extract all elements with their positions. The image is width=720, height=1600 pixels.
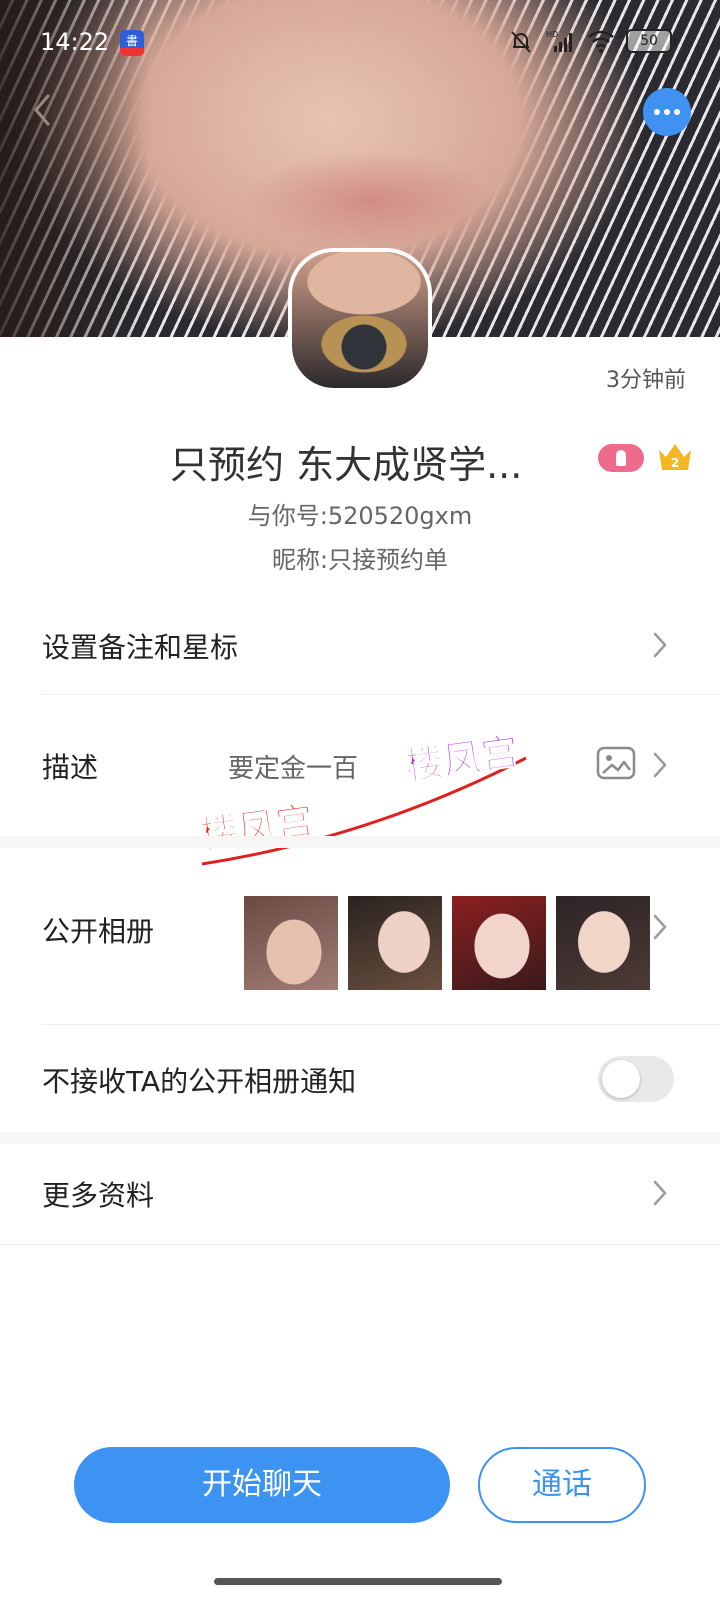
album-notify-toggle[interactable] bbox=[598, 1056, 674, 1102]
status-icons: HD 50 bbox=[506, 28, 676, 54]
chevron-right-icon bbox=[653, 1180, 667, 1206]
crown-level-icon: 2 bbox=[659, 444, 691, 470]
dot bbox=[674, 109, 680, 115]
album-notify-label: 不接收TA的公开相册通知 bbox=[42, 1065, 357, 1098]
album-photo[interactable] bbox=[556, 896, 650, 990]
call-button[interactable]: 通话 bbox=[478, 1447, 646, 1523]
notification-app-icon: 書 bbox=[120, 30, 144, 56]
user-id: 与你号:520520gxm bbox=[247, 502, 473, 530]
nickname: 昵称:只接预约单 bbox=[271, 546, 449, 574]
image-icon[interactable] bbox=[596, 746, 636, 780]
album-thumbnails bbox=[244, 896, 650, 990]
section-separator bbox=[0, 1132, 720, 1144]
home-indicator[interactable] bbox=[214, 1578, 502, 1585]
divider bbox=[42, 1024, 720, 1025]
album-photo[interactable] bbox=[244, 896, 338, 990]
more-dots-icon[interactable] bbox=[643, 88, 691, 136]
crown-level: 2 bbox=[671, 456, 679, 470]
section-separator bbox=[0, 836, 720, 848]
public-album-label: 公开相册 bbox=[42, 915, 155, 948]
name-row: 只预约 东大成贤学... 2 bbox=[0, 434, 720, 490]
last-active-time: 3分钟前 bbox=[606, 368, 686, 393]
set-remark-label: 设置备注和星标 bbox=[42, 631, 239, 664]
status-time: 14:22 bbox=[40, 28, 110, 56]
cell-signal-icon: HD bbox=[546, 30, 572, 52]
watermark-text-purple: 楼凤宫 bbox=[403, 729, 522, 788]
album-photo[interactable] bbox=[452, 896, 546, 990]
silent-bell-icon bbox=[511, 31, 531, 53]
more-info-label: 更多资料 bbox=[42, 1179, 155, 1212]
back-arrow-icon[interactable] bbox=[26, 90, 60, 130]
album-photo[interactable] bbox=[348, 896, 442, 990]
description-label: 描述 bbox=[42, 751, 99, 784]
chevron-right-icon bbox=[653, 752, 667, 778]
dot bbox=[664, 109, 670, 115]
avatar[interactable] bbox=[288, 248, 432, 392]
toggle-knob bbox=[602, 1060, 640, 1098]
svg-text:HD: HD bbox=[546, 30, 558, 39]
profile-name: 只预约 东大成贤学... bbox=[170, 443, 523, 487]
wifi-icon bbox=[588, 30, 614, 53]
chevron-right-icon bbox=[653, 632, 667, 658]
status-bar: 14:22 書 HD 50 bbox=[0, 22, 720, 62]
dot bbox=[654, 109, 660, 115]
chevron-right-icon bbox=[653, 914, 667, 940]
more-info-row[interactable]: 更多资料 bbox=[0, 1144, 720, 1244]
set-remark-row[interactable]: 设置备注和星标 bbox=[0, 600, 720, 694]
battery-icon: 50 bbox=[626, 29, 676, 53]
divider bbox=[42, 694, 720, 695]
start-chat-button[interactable]: 开始聊天 bbox=[74, 1447, 450, 1523]
divider bbox=[0, 1244, 720, 1245]
female-badge-icon bbox=[598, 444, 644, 472]
